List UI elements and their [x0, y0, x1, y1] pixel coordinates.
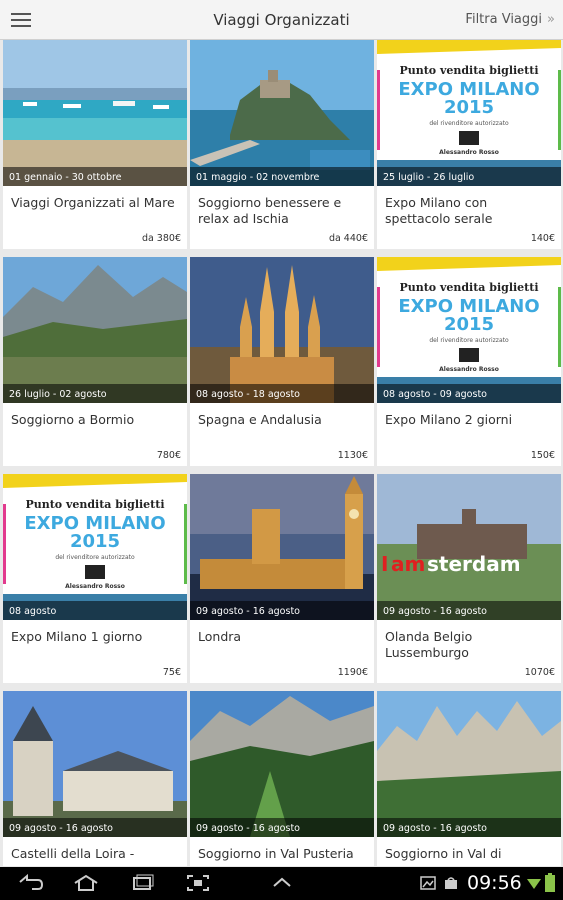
trip-card[interactable]: 08 agosto - 18 agosto Spagna e Andalusia…	[190, 257, 374, 466]
trip-card[interactable]: Punto vendita biglietti EXPO MILANO 2015…	[3, 474, 187, 683]
trip-title: Expo Milano 1 giorno	[11, 629, 143, 644]
filter-button[interactable]: Filtra Viaggi »	[465, 12, 555, 27]
trip-price: 150€	[530, 450, 555, 461]
trip-image-dolomites: 09 agosto - 16 agosto	[377, 691, 561, 837]
trip-price: 780€	[156, 450, 181, 461]
trip-card[interactable]: Punto vendita biglietti EXPO MILANO 2015…	[377, 257, 561, 466]
trip-price: 1130€	[337, 450, 368, 461]
expo-brand: Alessandro Rosso	[439, 149, 499, 156]
filter-label: Filtra Viaggi	[465, 12, 543, 27]
amsterdam-am: am	[391, 552, 425, 576]
expo-line1: Punto vendita biglietti	[25, 498, 164, 511]
expo-brand: Alessandro Rosso	[439, 366, 499, 373]
trip-price: 1070€	[524, 667, 555, 678]
trip-image-bormio: 26 luglio - 02 agosto	[3, 257, 187, 403]
trip-title: Soggiorno in Val Pusteria	[198, 846, 354, 861]
expo-banner-image: Punto vendita biglietti EXPO MILANO 2015…	[3, 474, 187, 620]
trip-title: Londra	[198, 629, 242, 644]
expo-line3: 2015	[444, 314, 494, 335]
trip-date: 09 agosto - 16 agosto	[383, 606, 487, 617]
trip-date: 09 agosto - 16 agosto	[196, 606, 300, 617]
trip-price: da 440€	[328, 233, 368, 244]
status-clock: 09:56	[467, 872, 522, 894]
trip-card[interactable]: Punto vendita biglietti EXPO MILANO 2015…	[377, 40, 561, 249]
trip-image-ischia: 01 maggio - 02 novembre	[190, 40, 374, 186]
trip-date: 08 agosto	[9, 606, 57, 617]
trip-title: Expo Milano 2 giorni	[385, 412, 513, 427]
screenshot-icon[interactable]	[184, 873, 212, 893]
gallery-icon	[420, 876, 436, 890]
home-icon[interactable]	[72, 873, 100, 893]
trip-date: 09 agosto - 16 agosto	[196, 823, 300, 834]
trip-card[interactable]: 09 agosto - 16 agosto Soggiorno in Val P…	[190, 691, 374, 866]
amsterdam-rest: sterdam	[427, 552, 521, 576]
trip-title: Viaggi Organizzati al Mare	[11, 195, 175, 210]
expo-line1: Punto vendita biglietti	[399, 64, 538, 77]
trip-image-loire: 09 agosto - 16 agosto	[3, 691, 187, 837]
trip-date: 25 luglio - 26 luglio	[383, 172, 475, 183]
trip-date: 09 agosto - 16 agosto	[9, 823, 113, 834]
trip-title: Soggiorno in Val di	[385, 846, 502, 861]
trip-image-sea: 01 gennaio - 30 ottobre	[3, 40, 187, 186]
trip-card[interactable]: I am sterdam 09 agosto - 16 agosto Oland…	[377, 474, 561, 683]
wifi-icon	[527, 879, 541, 889]
expo-line3: 2015	[444, 97, 494, 118]
trip-title: Castelli della Loira -	[11, 846, 135, 861]
up-chevron-icon[interactable]	[268, 873, 296, 893]
expo-line3: 2015	[70, 531, 120, 552]
trip-price: 75€	[162, 667, 181, 678]
trip-card[interactable]: 09 agosto - 16 agosto Castelli della Loi…	[3, 691, 187, 866]
trip-title: Soggiorno benessere e relax ad Ischia	[198, 195, 342, 226]
trip-date: 01 maggio - 02 novembre	[196, 172, 320, 183]
trip-price: 140€	[530, 233, 555, 244]
expo-line1: Punto vendita biglietti	[399, 281, 538, 294]
trip-title: Soggiorno a Bormio	[11, 412, 135, 427]
trip-date: 09 agosto - 16 agosto	[383, 823, 487, 834]
expo-banner-image: Punto vendita biglietti EXPO MILANO 2015…	[377, 40, 561, 186]
trip-card[interactable]: 09 agosto - 16 agosto Soggiorno in Val d…	[377, 691, 561, 866]
expo-banner-image: Punto vendita biglietti EXPO MILANO 2015…	[377, 257, 561, 403]
trip-price: 1190€	[337, 667, 368, 678]
expo-brand: Alessandro Rosso	[65, 583, 125, 590]
expo-line4: del rivenditore autorizzato	[55, 554, 135, 561]
trip-title: Spagna e Andalusia	[198, 412, 322, 427]
trip-grid: 01 gennaio - 30 ottobre Viaggi Organizza…	[0, 40, 563, 866]
app-root: Viaggi Organizzati Filtra Viaggi » 01 ge…	[0, 0, 563, 900]
expo-line4: del rivenditore autorizzato	[429, 120, 509, 127]
trip-price: da 380€	[141, 233, 181, 244]
system-nav-bar: 09:56	[0, 867, 563, 900]
action-bar: Viaggi Organizzati Filtra Viaggi »	[0, 0, 563, 40]
trip-card[interactable]: 01 maggio - 02 novembre Soggiorno beness…	[190, 40, 374, 249]
trip-date: 01 gennaio - 30 ottobre	[9, 172, 122, 183]
trip-date: 26 luglio - 02 agosto	[9, 389, 107, 400]
trip-image-amsterdam: I am sterdam 09 agosto - 16 agosto	[377, 474, 561, 620]
trip-title: Expo Milano con spettacolo serale	[385, 195, 493, 226]
trip-title: Olanda Belgio Lussemburgo	[385, 629, 473, 660]
recent-apps-icon[interactable]	[128, 873, 156, 893]
back-icon[interactable]	[16, 873, 44, 893]
trip-date: 08 agosto - 09 agosto	[383, 389, 487, 400]
trip-card[interactable]: 09 agosto - 16 agosto Londra 1190€	[190, 474, 374, 683]
bag-icon	[445, 877, 457, 889]
trip-card[interactable]: 26 luglio - 02 agosto Soggiorno a Bormio…	[3, 257, 187, 466]
double-chevron-right-icon: »	[547, 12, 555, 27]
trip-image-london: 09 agosto - 16 agosto	[190, 474, 374, 620]
trip-card[interactable]: 01 gennaio - 30 ottobre Viaggi Organizza…	[3, 40, 187, 249]
amsterdam-i: I	[381, 552, 388, 576]
trip-image-val-pusteria: 09 agosto - 16 agosto	[190, 691, 374, 837]
expo-line4: del rivenditore autorizzato	[429, 337, 509, 344]
trip-image-sagrada: 08 agosto - 18 agosto	[190, 257, 374, 403]
battery-icon	[545, 873, 555, 892]
trip-date: 08 agosto - 18 agosto	[196, 389, 300, 400]
